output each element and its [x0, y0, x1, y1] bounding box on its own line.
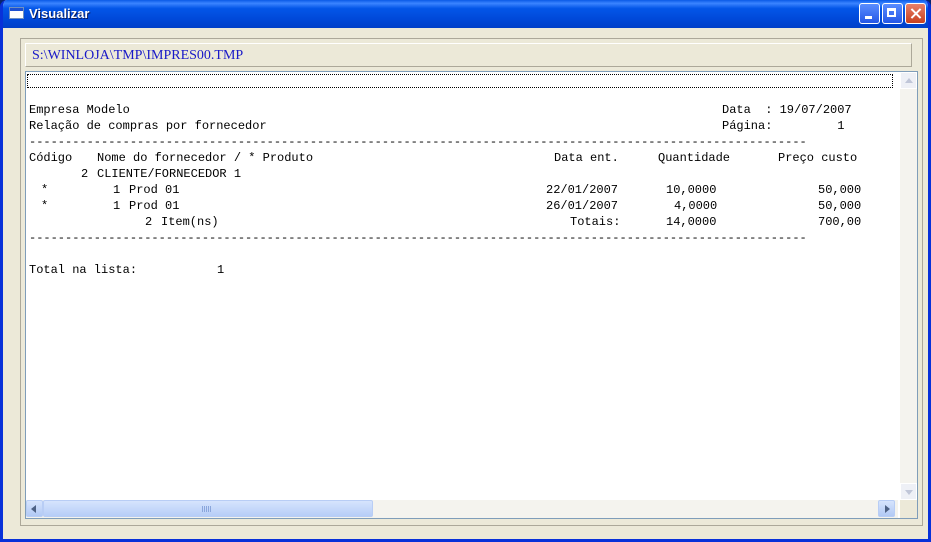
- scrollbar-corner: [900, 500, 917, 518]
- item-code: 1: [113, 183, 121, 197]
- column-header-quantity: Quantidade: [658, 151, 731, 165]
- column-header-cost: Preço custo: [778, 151, 858, 165]
- list-total-value: 1: [217, 263, 225, 277]
- grip-icon: [202, 506, 212, 512]
- subtotal-label: Item(ns): [161, 215, 219, 229]
- item-product: Prod 01: [129, 183, 180, 197]
- item-code: 1: [113, 199, 121, 213]
- separator-line: ----------------------------------------…: [29, 231, 807, 245]
- scroll-up-button[interactable]: [900, 72, 917, 89]
- item-product: Prod 01: [129, 199, 180, 213]
- file-path-bar: S:\WINLOJA\TMP\IMPRES00.TMP: [25, 43, 912, 67]
- report-viewer[interactable]: Empresa Modelo Data : 19/07/2007 Relação…: [25, 71, 918, 519]
- minimize-button[interactable]: [859, 3, 880, 24]
- item-quantity: 10,0000: [666, 183, 717, 197]
- report-title: Relação de compras por fornecedor: [29, 119, 267, 133]
- column-header-code: Código: [29, 151, 73, 165]
- horizontal-scrollbar[interactable]: [26, 500, 898, 518]
- focus-rectangle: [27, 74, 893, 88]
- item-cost: 50,000: [818, 183, 862, 197]
- totals-label: Totais:: [570, 215, 621, 229]
- vertical-scrollbar[interactable]: [900, 72, 917, 500]
- page-number: Página: 1: [722, 119, 845, 133]
- scroll-left-button[interactable]: [26, 500, 43, 517]
- scroll-down-button[interactable]: [900, 483, 917, 500]
- item-date: 26/01/2007: [546, 199, 619, 213]
- content-panel: S:\WINLOJA\TMP\IMPRES00.TMP Empresa Mode…: [20, 38, 923, 526]
- company-name: Empresa Modelo: [29, 103, 130, 117]
- item-cost: 50,000: [818, 199, 862, 213]
- separator-line: ----------------------------------------…: [29, 135, 807, 149]
- item-mark: *: [41, 199, 49, 213]
- subtotal-count: 2: [145, 215, 153, 229]
- total-quantity: 14,0000: [666, 215, 717, 229]
- window-title: Visualizar: [29, 6, 90, 21]
- close-button[interactable]: [905, 3, 926, 24]
- viewer-window: Visualizar S:\WINLOJA\TMP\IMPRES00.TMP E…: [0, 0, 931, 542]
- supplier-code: 2: [81, 167, 89, 181]
- scroll-right-button[interactable]: [878, 500, 895, 517]
- window-icon: [9, 7, 24, 19]
- column-header-date: Data ent.: [554, 151, 619, 165]
- report-text-area[interactable]: Empresa Modelo Data : 19/07/2007 Relação…: [26, 72, 898, 500]
- supplier-name: CLIENTE/FORNECEDOR 1: [97, 167, 242, 181]
- maximize-button[interactable]: [882, 3, 903, 24]
- list-total-label: Total na lista:: [29, 263, 138, 277]
- horizontal-scroll-thumb[interactable]: [43, 500, 373, 517]
- item-mark: *: [41, 183, 49, 197]
- file-path: S:\WINLOJA\TMP\IMPRES00.TMP: [32, 48, 244, 63]
- total-cost: 700,00: [818, 215, 862, 229]
- report-date: Data : 19/07/2007: [722, 103, 852, 117]
- column-header-name: Nome do fornecedor / * Produto: [97, 151, 314, 165]
- title-bar[interactable]: Visualizar: [3, 0, 928, 28]
- item-date: 22/01/2007: [546, 183, 619, 197]
- item-quantity: 4,0000: [674, 199, 718, 213]
